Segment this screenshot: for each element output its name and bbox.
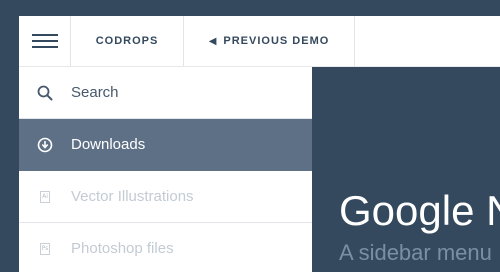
previous-demo-label: PREVIOUS DEMO bbox=[223, 35, 330, 47]
ai-file-icon: Ai bbox=[19, 190, 71, 203]
ps-file-icon: Ps bbox=[19, 242, 71, 255]
page-subtitle: A sidebar menu bbox=[339, 240, 492, 265]
codrops-link-label: CODROPS bbox=[95, 35, 159, 47]
codrops-link[interactable]: CODROPS bbox=[71, 16, 184, 66]
menu-toggle-button[interactable] bbox=[19, 16, 71, 66]
sidebar-item-downloads[interactable]: Downloads bbox=[19, 119, 312, 171]
top-bar: CODROPS ◀ PREVIOUS DEMO bbox=[19, 16, 500, 67]
sidebar-item-label: Downloads bbox=[71, 136, 146, 153]
sidebar-item-label: Photoshop files bbox=[71, 240, 174, 257]
sidebar-item-vector-illustrations[interactable]: Ai Vector Illustrations bbox=[19, 171, 312, 223]
previous-demo-link[interactable]: ◀ PREVIOUS DEMO bbox=[184, 16, 355, 66]
sidebar-item-label: Vector Illustrations bbox=[71, 188, 194, 205]
search-icon bbox=[19, 85, 71, 101]
sidebar-menu: Search Downloads Ai Vector Illustrations… bbox=[19, 67, 312, 272]
page-title: Google N bbox=[339, 187, 500, 234]
arrow-left-icon: ◀ bbox=[208, 35, 218, 47]
sidebar-item-search[interactable]: Search bbox=[19, 67, 312, 119]
sidebar-item-photoshop-files[interactable]: Ps Photoshop files bbox=[19, 223, 312, 272]
download-icon bbox=[19, 137, 71, 153]
hamburger-icon bbox=[31, 34, 58, 48]
sidebar-item-label: Search bbox=[71, 84, 119, 101]
